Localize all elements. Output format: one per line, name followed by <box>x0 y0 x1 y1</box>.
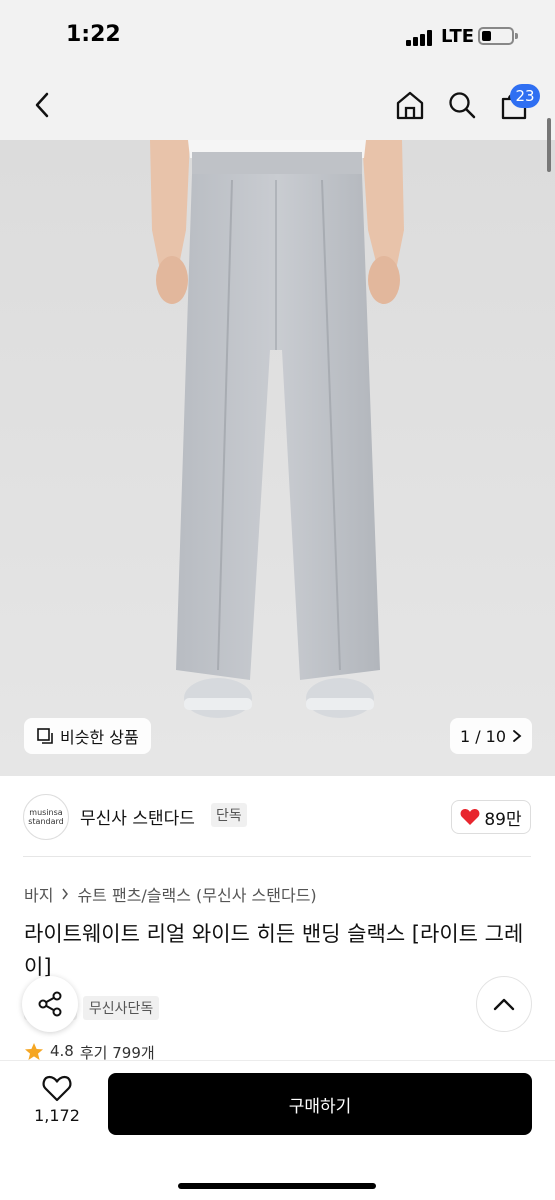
search-button[interactable] <box>442 70 482 140</box>
breadcrumb: 바지 슈트 팬츠/슬랙스 (무신사 스탠다드) <box>24 882 317 906</box>
search-icon <box>449 92 476 119</box>
home-icon <box>396 91 424 120</box>
rating-value: 4.8 <box>50 1042 74 1060</box>
brand-logo-text: musinsa <box>29 808 63 817</box>
brand-row: musinsa standard 무신사 스탠다드 단독 89만 <box>0 776 555 856</box>
image-counter-button[interactable]: 1 / 10 <box>450 718 532 754</box>
similar-products-label: 비슷한 상품 <box>60 728 139 747</box>
home-button[interactable] <box>390 70 430 140</box>
battery-icon <box>478 27 514 45</box>
brand-like-count: 89만 <box>484 809 522 830</box>
product-image[interactable] <box>0 140 555 776</box>
image-counter: 1 / 10 <box>459 726 507 746</box>
back-button[interactable] <box>22 70 62 140</box>
wishlist-button[interactable]: 1,172 <box>24 1075 90 1125</box>
chevron-right-icon <box>513 730 522 742</box>
brand-logo[interactable]: musinsa standard <box>23 794 69 840</box>
heart-outline-icon <box>42 1075 72 1102</box>
breadcrumb-subcategory[interactable]: 슈트 팬츠/슬랙스 (무신사 스탠다드) <box>77 882 316 906</box>
scrollbar[interactable] <box>547 118 551 172</box>
signal-icon <box>406 30 434 46</box>
nav-header <box>0 70 555 140</box>
similar-products-button[interactable]: 비슷한 상품 <box>24 718 151 754</box>
status-time: 1:22 <box>66 22 121 47</box>
exclusive-tag: 무신사단독 <box>82 996 160 1020</box>
divider <box>23 856 531 857</box>
brand-logo-text: standard <box>28 817 64 826</box>
share-icon <box>38 991 62 1017</box>
battery-tip <box>515 33 518 39</box>
product-title: 라이트웨이트 리얼 와이드 히든 밴딩 슬랙스 [라이트 그레이] <box>24 922 524 979</box>
trousers-photo <box>0 140 555 776</box>
brand-like-button[interactable]: 89만 <box>451 800 531 834</box>
status-bar: 1:22 LTE <box>0 0 555 70</box>
scroll-top-button[interactable] <box>476 976 532 1032</box>
chevron-up-icon <box>493 998 515 1011</box>
exclusive-tag: 단독 <box>211 803 247 827</box>
bottom-bar: 1,172 구매하기 <box>0 1060 555 1200</box>
brand-name[interactable]: 무신사 스탠다드 <box>80 804 195 829</box>
chevron-left-icon <box>35 92 49 118</box>
cart-count-badge: 23 <box>510 84 540 108</box>
similar-items-icon <box>37 728 53 744</box>
rating-row[interactable]: 4.8 후기 799개 <box>24 1042 155 1060</box>
buy-button[interactable]: 구매하기 <box>108 1073 532 1135</box>
share-button[interactable] <box>22 976 78 1032</box>
review-count: 후기 799개 <box>79 1044 155 1060</box>
home-indicator <box>178 1183 376 1189</box>
breadcrumb-category[interactable]: 바지 <box>24 882 53 906</box>
wishlist-count: 1,172 <box>34 1106 80 1125</box>
heart-icon <box>460 809 480 825</box>
network-label: LTE <box>441 26 475 47</box>
chevron-right-icon <box>62 888 69 900</box>
star-icon <box>25 1043 43 1060</box>
